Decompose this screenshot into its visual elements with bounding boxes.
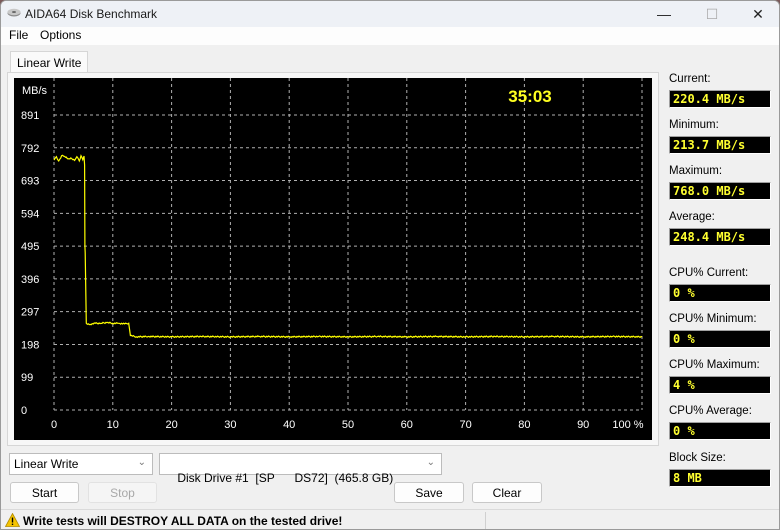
status-divider (485, 512, 486, 529)
x-tick-label: 80 (518, 419, 530, 431)
y-axis-unit-label: MB/s (22, 85, 48, 97)
x-tick-label: 20 (165, 419, 177, 431)
x-tick-label: 50 (342, 419, 354, 431)
warning-icon (5, 513, 20, 527)
maximize-icon: ☐ (705, 5, 719, 22)
stat-label-minimum: Minimum: (669, 119, 719, 131)
x-tick-label: 0 (51, 419, 57, 431)
minimize-icon: — (657, 6, 671, 22)
menu-bar: File Options (1, 27, 779, 45)
y-tick-label: 396 (21, 274, 39, 286)
stat-value-minimum: 213.7 MB/s (669, 136, 771, 154)
grid (53, 78, 643, 411)
stat-label-average: Average: (669, 211, 715, 223)
tab-strip: Linear Write (1, 45, 661, 75)
chevron-down-icon: ⌄ (137, 457, 146, 468)
stat-value-cpu-pct-average: 0 % (669, 422, 771, 440)
y-tick-label: 198 (21, 339, 39, 351)
stat-label-cpu-pct-maximum: CPU% Maximum: (669, 359, 760, 371)
x-tick-label: 40 (283, 419, 295, 431)
menu-options[interactable]: Options (40, 28, 81, 42)
y-tick-label: 0 (21, 405, 27, 417)
x-axis-ticks: 0 10 20 30 40 50 60 70 80 90 100 % (51, 419, 644, 431)
x-tick-label: 100 % (612, 419, 643, 431)
drive-value: Disk Drive #1 [SP DS72] (465.8 GB) (177, 471, 394, 485)
y-axis-ticks: 0 99 198 297 396 495 594 693 792 891 (21, 110, 39, 417)
stat-label-cpu-pct-minimum: CPU% Minimum: (669, 313, 757, 325)
destroy-data-warning: Write tests will DESTROY ALL DATA on the… (23, 514, 343, 528)
close-button[interactable]: ✕ (735, 1, 779, 27)
x-tick-label: 90 (577, 419, 589, 431)
close-icon: ✕ (752, 5, 764, 22)
y-tick-label: 792 (21, 143, 39, 155)
stat-value-average: 248.4 MB/s (669, 228, 771, 246)
stat-value-maximum: 768.0 MB/s (669, 182, 771, 200)
chart-svg: 0 99 198 297 396 495 594 693 792 891 0 10 20 30 40 50 6… (21, 78, 644, 431)
stat-value-cpu-pct-maximum: 4 % (669, 376, 771, 394)
test-type-value: Linear Write (14, 457, 79, 471)
save-button[interactable]: Save (394, 482, 464, 503)
x-tick-label: 60 (401, 419, 413, 431)
stat-label-current: Current: (669, 73, 711, 85)
x-tick-label: 30 (224, 419, 236, 431)
start-button[interactable]: Start (10, 482, 79, 503)
stat-label-cpu-pct-average: CPU% Average: (669, 405, 752, 417)
y-tick-label: 99 (21, 372, 33, 384)
status-bar: Write tests will DESTROY ALL DATA on the… (1, 509, 779, 529)
chevron-down-icon: ⌄ (426, 457, 435, 468)
y-tick-label: 891 (21, 110, 39, 122)
x-tick-label: 70 (459, 419, 471, 431)
x-tick-label: 10 (107, 419, 119, 431)
y-tick-label: 495 (21, 241, 39, 253)
benchmark-chart: 0 99 198 297 396 495 594 693 792 891 0 10 20 30 40 50 6… (14, 78, 652, 440)
menu-file[interactable]: File (9, 28, 28, 42)
stat-value-block-size: 8 MB (669, 469, 771, 487)
window-title: AIDA64 Disk Benchmark (25, 7, 158, 21)
title-bar: AIDA64 Disk Benchmark — ☐ ✕ (1, 1, 779, 27)
maximize-button[interactable]: ☐ (689, 1, 735, 27)
stat-label-maximum: Maximum: (669, 165, 723, 177)
stop-button[interactable]: Stop (88, 482, 157, 503)
stat-label-block-size: Block Size: (669, 452, 726, 464)
elapsed-time: 35:03 (508, 87, 551, 106)
y-tick-label: 594 (21, 208, 39, 220)
disk-drive-icon (7, 8, 21, 17)
y-tick-label: 693 (21, 176, 39, 188)
stat-value-cpu-pct-minimum: 0 % (669, 330, 771, 348)
test-type-select[interactable]: Linear Write ⌄ (9, 453, 153, 475)
clear-button[interactable]: Clear (472, 482, 542, 503)
drive-select[interactable]: Disk Drive #1 [SP DS72] (465.8 GB) ⌄ (159, 453, 442, 485)
y-tick-label: 297 (21, 307, 39, 319)
aida64-disk-benchmark-window: AIDA64 Disk Benchmark — ☐ ✕ File Options… (0, 0, 780, 530)
stat-value-current: 220.4 MB/s (669, 90, 771, 108)
minimize-button[interactable]: — (641, 1, 687, 27)
stat-label-cpu-pct-current: CPU% Current: (669, 267, 749, 279)
stat-value-cpu-pct-current: 0 % (669, 284, 771, 302)
